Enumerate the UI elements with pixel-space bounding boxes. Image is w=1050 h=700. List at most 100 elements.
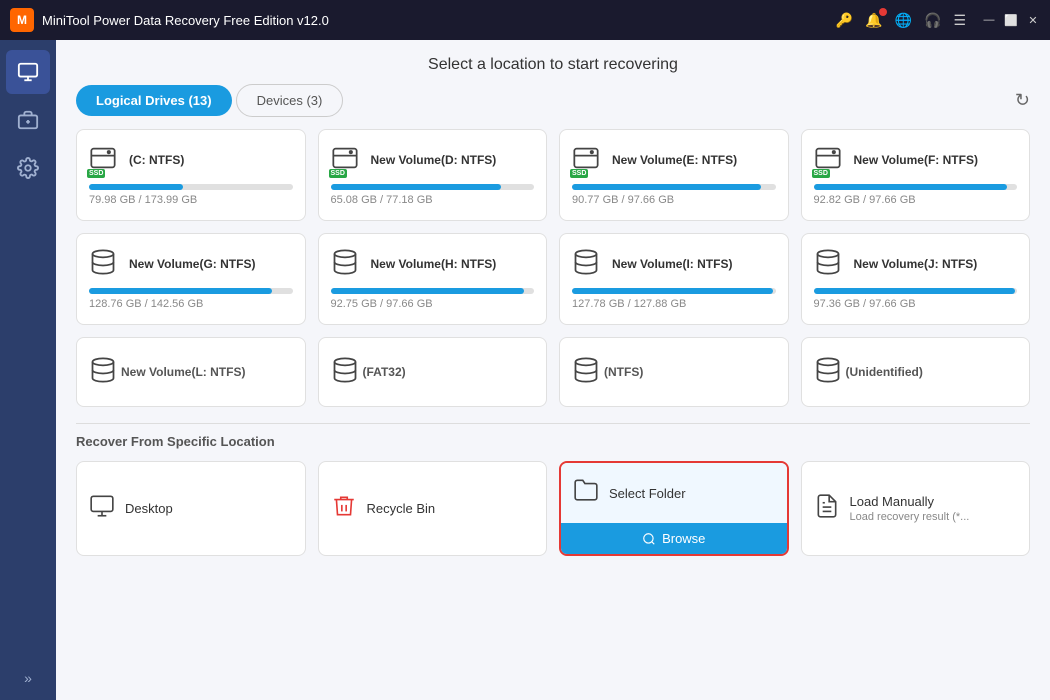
content-area: Select a location to start recovering Lo… (56, 40, 1050, 700)
drive-size-d: 65.08 GB / 77.18 GB (331, 194, 535, 206)
sidebar: » (0, 40, 56, 700)
specific-location-grid: Desktop Recycle Bin (76, 461, 1030, 556)
drive-card-ntfs[interactable]: (NTFS) (559, 337, 789, 407)
minimize-button[interactable]: — (982, 13, 996, 27)
drive-card-fat32[interactable]: (FAT32) (318, 337, 548, 407)
drive-icon-wrap-i (572, 248, 604, 280)
drive-size-j: 97.36 GB / 97.66 GB (814, 298, 1018, 310)
drive-bar-d (331, 184, 535, 190)
specific-location-title: Recover From Specific Location (76, 434, 1030, 449)
close-button[interactable]: ✕ (1026, 13, 1040, 27)
refresh-button[interactable]: ↻ (1015, 90, 1030, 111)
drive-size-f: 92.82 GB / 97.66 GB (814, 194, 1018, 206)
drive-card-e[interactable]: SSD New Volume(E: NTFS) 90.77 GB / 97.66… (559, 129, 789, 221)
spec-card-desktop[interactable]: Desktop (76, 461, 306, 556)
folder-icon (573, 477, 599, 509)
drive-name-g: New Volume(G: NTFS) (129, 257, 255, 271)
desktop-icon (89, 493, 115, 525)
drive-icon-wrap-ntfs (572, 356, 604, 388)
drive-card-l[interactable]: New Volume(L: NTFS) (76, 337, 306, 407)
drive-icon-wrap-fat32 (331, 356, 363, 388)
drive-bar-e (572, 184, 776, 190)
sidebar-expand-button[interactable]: » (6, 666, 50, 690)
drive-icon-wrap-f: SSD (814, 144, 846, 176)
browse-label: Browse (662, 531, 705, 546)
drive-icon-wrap-c: SSD (89, 144, 121, 176)
drive-size-i: 127.78 GB / 127.88 GB (572, 298, 776, 310)
ssd-badge-e: SSD (570, 169, 588, 178)
load-manually-text: Load Manually Load recovery result (*... (850, 494, 970, 523)
drive-name-e: New Volume(E: NTFS) (612, 153, 737, 167)
recycle-bin-icon (331, 493, 357, 525)
select-folder-label: Select Folder (609, 486, 686, 501)
drive-name-unidentified: (Unidentified) (846, 365, 923, 379)
drive-card-i[interactable]: New Volume(I: NTFS) 127.78 GB / 127.88 G… (559, 233, 789, 325)
drive-icon-wrap-unidentified (814, 356, 846, 388)
spec-card-select-folder[interactable]: Select Folder Browse (559, 461, 789, 556)
title-bar: M MiniTool Power Data Recovery Free Edit… (0, 0, 1050, 40)
select-folder-top: Select Folder (561, 463, 787, 523)
spec-card-recycle-bin[interactable]: Recycle Bin (318, 461, 548, 556)
app-title: MiniTool Power Data Recovery Free Editio… (42, 13, 836, 28)
ssd-badge-f: SSD (812, 169, 830, 178)
drive-icon-wrap-j (814, 248, 846, 280)
spec-card-load-manually[interactable]: Load Manually Load recovery result (*... (801, 461, 1031, 556)
drive-icon-wrap-e: SSD (572, 144, 604, 176)
key-icon[interactable]: 🔑 (836, 12, 853, 29)
drives-scroll-area[interactable]: SSD (C: NTFS) 79.98 GB / 173.99 GB (56, 121, 1050, 700)
globe-icon[interactable]: 🌐 (895, 12, 912, 29)
drive-size-h: 92.75 GB / 97.66 GB (331, 298, 535, 310)
drive-name-i: New Volume(I: NTFS) (612, 257, 732, 271)
drive-bar-j (814, 288, 1018, 294)
drive-bar-g (89, 288, 293, 294)
sidebar-bottom: » (6, 666, 50, 690)
sidebar-item-recovery[interactable] (6, 50, 50, 94)
ssd-badge-c: SSD (87, 169, 105, 178)
drive-card-h[interactable]: New Volume(H: NTFS) 92.75 GB / 97.66 GB (318, 233, 548, 325)
drive-name-f: New Volume(F: NTFS) (854, 153, 978, 167)
main-layout: » Select a location to start recovering … (0, 40, 1050, 700)
drive-icon-wrap-d: SSD (331, 144, 363, 176)
page-title: Select a location to start recovering (56, 40, 1050, 84)
drive-bar-c (89, 184, 293, 190)
sidebar-item-settings[interactable] (6, 146, 50, 190)
drive-name-ntfs: (NTFS) (604, 365, 643, 379)
drive-name-fat32: (FAT32) (363, 365, 406, 379)
title-bar-icons: 🔑 🔔 🌐 🎧 ☰ (836, 12, 966, 29)
drive-card-c[interactable]: SSD (C: NTFS) 79.98 GB / 173.99 GB (76, 129, 306, 221)
drive-icon-wrap-g (89, 248, 121, 280)
load-manually-label: Load Manually (850, 494, 970, 509)
maximize-button[interactable]: ⬜ (1004, 13, 1018, 27)
window-controls: — ⬜ ✕ (982, 13, 1040, 27)
drive-card-g[interactable]: New Volume(G: NTFS) 128.76 GB / 142.56 G… (76, 233, 306, 325)
desktop-label: Desktop (125, 501, 173, 516)
ssd-badge-d: SSD (329, 169, 347, 178)
drive-name-h: New Volume(H: NTFS) (371, 257, 497, 271)
drive-bar-h (331, 288, 535, 294)
drive-card-d[interactable]: SSD New Volume(D: NTFS) 65.08 GB / 77.18… (318, 129, 548, 221)
tabs-row: Logical Drives (13) Devices (3) ↻ (56, 84, 1050, 117)
menu-icon[interactable]: ☰ (953, 12, 966, 29)
drive-icon-wrap-h (331, 248, 363, 280)
load-manually-sublabel: Load recovery result (*... (850, 511, 970, 523)
headphone-icon[interactable]: 🎧 (924, 12, 941, 29)
drive-icon-wrap-l (89, 356, 121, 388)
app-logo: M (10, 8, 34, 32)
load-manually-icon (814, 493, 840, 525)
drives-grid: SSD (C: NTFS) 79.98 GB / 173.99 GB (76, 129, 1030, 407)
drive-size-c: 79.98 GB / 173.99 GB (89, 194, 293, 206)
browse-button[interactable]: Browse (561, 523, 787, 554)
tab-devices[interactable]: Devices (3) (236, 84, 344, 117)
drive-card-unidentified[interactable]: (Unidentified) (801, 337, 1031, 407)
drive-size-e: 90.77 GB / 97.66 GB (572, 194, 776, 206)
tab-logical-drives[interactable]: Logical Drives (13) (76, 85, 232, 116)
drive-bar-i (572, 288, 776, 294)
bell-icon[interactable]: 🔔 (865, 12, 882, 29)
sidebar-item-tools[interactable] (6, 98, 50, 142)
drive-name-c: (C: NTFS) (129, 153, 184, 167)
drive-name-j: New Volume(J: NTFS) (854, 257, 978, 271)
drive-card-j[interactable]: New Volume(J: NTFS) 97.36 GB / 97.66 GB (801, 233, 1031, 325)
section-divider (76, 423, 1030, 424)
recycle-bin-label: Recycle Bin (367, 501, 436, 516)
drive-card-f[interactable]: SSD New Volume(F: NTFS) 92.82 GB / 97.66… (801, 129, 1031, 221)
